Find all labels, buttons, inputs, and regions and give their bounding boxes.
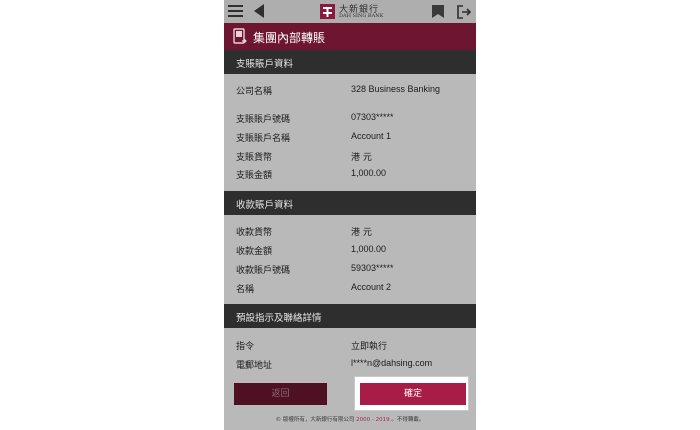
from-account-number-value: 07303***** — [351, 112, 394, 122]
to-account-number-value: 59303***** — [351, 263, 394, 273]
confirm-button[interactable]: 確定 — [360, 383, 466, 405]
from-amount-value: 1,000.00 — [351, 168, 387, 178]
footer-prefix: © 版權所有，大新銀行有限公司 — [275, 417, 357, 423]
logout-icon[interactable] — [457, 5, 471, 19]
back-arrow-icon[interactable] — [254, 4, 264, 18]
to-amount-label: 收款金額 — [236, 247, 273, 257]
to-account-number-label: 收款賬戶號碼 — [236, 266, 291, 276]
contact-section-header: 預設指示及聯絡詳情 — [224, 304, 476, 328]
from-account-number-label: 支賬賬戶號碼 — [236, 115, 291, 125]
from-account-name-label: 支賬賬戶名稱 — [236, 134, 291, 144]
footer-copyright: © 版權所有，大新銀行有限公司 2000 - 2019 。不得轉載。 — [224, 415, 476, 423]
logo-english-text: DAH SING BANK — [339, 13, 384, 19]
email-value: l****n@dahsing.com — [351, 358, 433, 368]
back-button[interactable]: 返回 — [234, 383, 327, 405]
from-account-name-value: Account 1 — [351, 131, 392, 141]
bank-logo: 大新銀行 DAH SING BANK — [320, 2, 420, 22]
company-name-label: 公司名稱 — [236, 87, 273, 97]
to-account-name-label: 名稱 — [236, 285, 255, 295]
instruction-value: 立即執行 — [351, 342, 388, 352]
page-title: 集團內部轉賬 — [253, 31, 326, 45]
footer-years: 2000 - 2019 — [356, 417, 390, 423]
section-title: 預設指示及聯絡詳情 — [236, 313, 322, 324]
section-title: 收款賬戶資料 — [236, 200, 294, 211]
transfer-document-icon — [233, 28, 247, 44]
to-currency-label: 收款貨幣 — [236, 228, 273, 238]
to-amount-value: 1,000.00 — [351, 244, 387, 254]
section-title: 支賬賬戶資料 — [236, 59, 294, 70]
instruction-label: 指令 — [236, 342, 255, 352]
to-account-section-header: 收款賬戶資料 — [224, 191, 476, 215]
footer-suffix: 。不得轉載。 — [389, 417, 425, 423]
from-currency-label: 支賬貨幣 — [236, 153, 273, 163]
to-account-name-value: Account 2 — [351, 282, 392, 292]
from-amount-label: 支賬金額 — [236, 171, 273, 181]
company-name-value: 328 Business Banking — [351, 84, 441, 94]
from-account-section-header: 支賬賬戶資料 — [224, 50, 476, 74]
top-bar: 大新銀行 DAH SING BANK — [224, 0, 476, 23]
menu-icon[interactable] — [228, 5, 243, 18]
phone-screen: 大新銀行 DAH SING BANK 集團內部轉賬 支賬賬戶資料 公司名稱 32… — [224, 0, 476, 430]
from-currency-value: 港 元 — [351, 153, 372, 163]
page-header: 集團內部轉賬 — [224, 23, 476, 50]
bookmark-flag-icon[interactable] — [431, 5, 445, 18]
email-label: 電郵地址 — [236, 361, 273, 371]
logo-mark-icon — [320, 4, 335, 19]
to-currency-value: 港 元 — [351, 228, 372, 238]
